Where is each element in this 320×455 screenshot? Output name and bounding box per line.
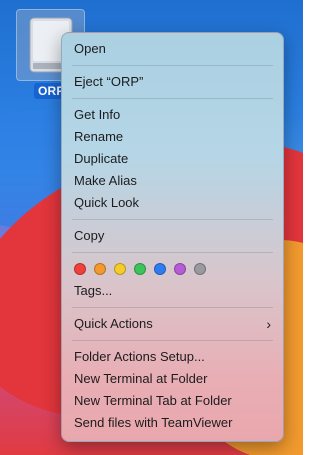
tag-yellow-dot[interactable] <box>114 263 126 275</box>
tag-red-dot[interactable] <box>74 263 86 275</box>
context-menu: Open Eject “ORP” Get Info Rename Duplica… <box>61 32 284 442</box>
menu-separator <box>72 98 273 99</box>
chevron-right-icon: › <box>266 316 271 332</box>
tag-color-row <box>62 258 283 280</box>
tag-green-dot[interactable] <box>134 263 146 275</box>
tag-orange-dot[interactable] <box>94 263 106 275</box>
menu-item-get-info[interactable]: Get Info <box>62 104 283 126</box>
menu-item-quick-look[interactable]: Quick Look <box>62 192 283 214</box>
menu-separator <box>72 340 273 341</box>
menu-item-send-teamviewer[interactable]: Send files with TeamViewer <box>62 412 283 434</box>
menu-separator <box>72 252 273 253</box>
tag-gray-dot[interactable] <box>194 263 206 275</box>
menu-item-open[interactable]: Open <box>62 38 283 60</box>
menu-item-copy[interactable]: Copy <box>62 225 283 247</box>
tag-blue-dot[interactable] <box>154 263 166 275</box>
menu-item-make-alias[interactable]: Make Alias <box>62 170 283 192</box>
menu-item-tags[interactable]: Tags... <box>62 280 283 302</box>
menu-item-rename[interactable]: Rename <box>62 126 283 148</box>
menu-separator <box>72 219 273 220</box>
menu-item-eject[interactable]: Eject “ORP” <box>62 71 283 93</box>
menu-separator <box>72 65 273 66</box>
menu-item-quick-actions-label: Quick Actions <box>74 316 153 331</box>
menu-item-new-terminal[interactable]: New Terminal at Folder <box>62 368 283 390</box>
menu-item-new-terminal-tab[interactable]: New Terminal Tab at Folder <box>62 390 283 412</box>
menu-separator <box>72 307 273 308</box>
menu-item-quick-actions[interactable]: Quick Actions › <box>62 313 283 335</box>
menu-item-folder-actions-setup[interactable]: Folder Actions Setup... <box>62 346 283 368</box>
tag-purple-dot[interactable] <box>174 263 186 275</box>
menu-item-duplicate[interactable]: Duplicate <box>62 148 283 170</box>
